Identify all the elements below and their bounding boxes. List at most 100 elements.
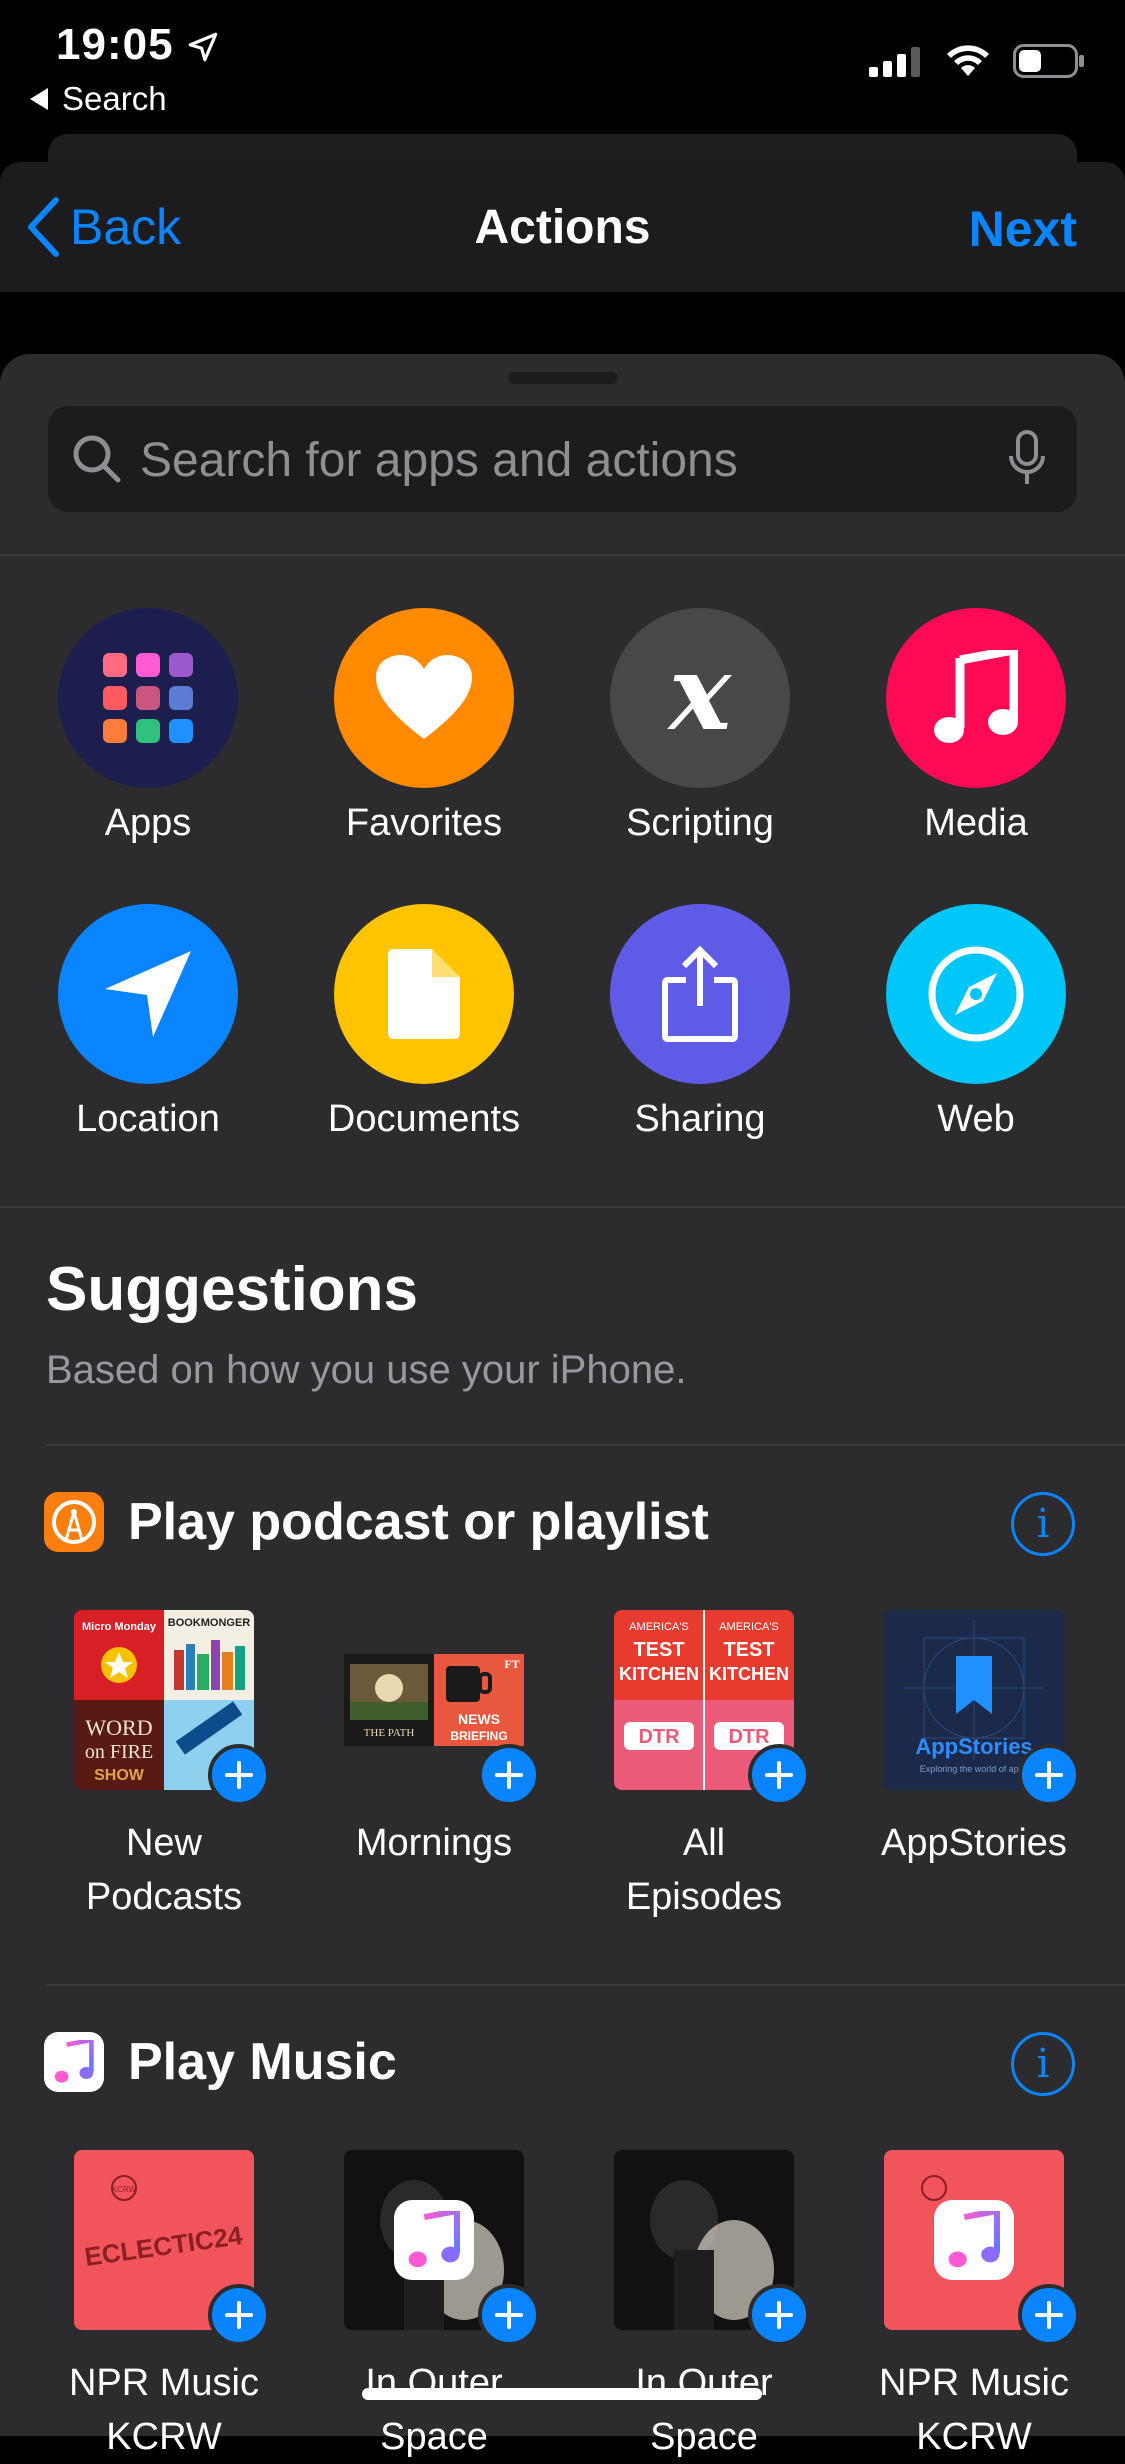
document-icon xyxy=(334,904,514,1084)
search-input[interactable] xyxy=(138,406,1002,514)
plus-icon xyxy=(765,1761,793,1789)
battery-icon xyxy=(1013,44,1084,78)
back-app-label: Search xyxy=(62,80,167,117)
album-artwork: E 24 xyxy=(884,2150,1080,2346)
heart-icon xyxy=(334,608,514,788)
music-note-icon xyxy=(886,608,1066,788)
art-text: KITCHEN xyxy=(709,1664,789,1684)
suggestions-heading: Suggestions xyxy=(46,1255,419,1324)
album-artwork xyxy=(344,2150,540,2346)
category-label: Scripting xyxy=(626,802,774,844)
info-icon[interactable]: i xyxy=(1011,2032,1075,2096)
add-button[interactable] xyxy=(208,2284,270,2346)
tile-label-line: In Outer xyxy=(365,2362,503,2404)
art-text: BRIEFING xyxy=(450,1729,507,1743)
status-bar: 19:05 Search xyxy=(0,0,1125,130)
add-button[interactable] xyxy=(748,2284,810,2346)
add-button[interactable] xyxy=(1018,2284,1080,2346)
tile-label: In Outer Space xyxy=(584,2356,824,2464)
category-scripting[interactable]: x Scripting xyxy=(590,608,810,845)
back-to-app-link[interactable]: Search xyxy=(30,80,167,118)
tile-label-line: Episodes xyxy=(625,1876,783,1918)
overcast-icon xyxy=(44,1492,104,1552)
tile-label: In Outer Space xyxy=(314,2356,554,2464)
music-tile-in-outer-space[interactable]: In Outer Space xyxy=(314,2150,554,2464)
add-button[interactable] xyxy=(478,1744,540,1806)
share-icon xyxy=(610,904,790,1084)
art-text: on FIRE xyxy=(85,1741,153,1763)
music-app-icon xyxy=(394,2200,474,2280)
status-time: 19:05 xyxy=(56,20,174,69)
plus-icon xyxy=(225,1761,253,1789)
podcast-section-header: Play podcast or playlist xyxy=(44,1492,709,1552)
sheet-grabber[interactable] xyxy=(508,372,618,384)
info-icon[interactable]: i xyxy=(1011,1492,1075,1556)
podcast-artwork: AppStories Exploring the world of apps xyxy=(884,1610,1080,1806)
category-favorites[interactable]: Favorites xyxy=(314,608,534,845)
music-section-title: Play Music xyxy=(128,2033,397,2091)
category-media[interactable]: Media xyxy=(866,608,1086,845)
tile-label-line: AppStories xyxy=(881,1822,1067,1864)
art-text: KCRW xyxy=(112,2185,137,2194)
apps-grid-icon xyxy=(58,608,238,788)
tile-label-line: Space xyxy=(650,2416,758,2458)
category-sharing[interactable]: Sharing xyxy=(590,904,810,1141)
add-button[interactable] xyxy=(1018,1744,1080,1806)
art-text: DTR xyxy=(638,1726,680,1748)
location-services-icon xyxy=(188,32,218,62)
podcast-tile-new-podcasts[interactable]: Micro Monday BOOKMONGER WORD on FIRE SHO… xyxy=(44,1610,284,1924)
category-documents[interactable]: Documents xyxy=(314,904,534,1141)
compass-icon xyxy=(886,904,1066,1084)
tile-label-line: All xyxy=(682,1822,726,1864)
category-label: Location xyxy=(76,1098,220,1140)
podcast-tile-mornings[interactable]: THE PATH FT NEWS BRIEFING Mornings xyxy=(314,1610,554,1870)
plus-icon xyxy=(765,2301,793,2329)
category-apps[interactable]: Apps xyxy=(38,608,258,845)
tile-label: All Episodes xyxy=(584,1816,824,1924)
wifi-icon xyxy=(947,45,989,76)
divider xyxy=(0,1206,1125,1208)
art-text: AMERICA'S xyxy=(719,1621,779,1633)
divider xyxy=(46,1444,1125,1446)
search-bar xyxy=(48,406,1077,514)
add-button[interactable] xyxy=(478,2284,540,2346)
tile-label: Mornings xyxy=(314,1816,554,1870)
category-label: Web xyxy=(937,1098,1015,1140)
add-button[interactable] xyxy=(748,1744,810,1806)
category-label: Apps xyxy=(104,802,192,844)
category-label: Sharing xyxy=(634,1098,766,1140)
art-text: BOOKMONGER xyxy=(168,1617,251,1629)
search-icon xyxy=(73,435,121,483)
music-tile-npr-kcrw[interactable]: KCRW ECLECTIC24 NPR Music KCRW xyxy=(44,2150,284,2464)
tile-label-line: KCRW xyxy=(106,2416,222,2458)
podcast-artwork: AMERICA'S TEST KITCHEN AMERICA'S TEST KI… xyxy=(614,1610,810,1806)
art-text: AMERICA'S xyxy=(629,1621,689,1633)
music-tile-npr-kcrw[interactable]: E 24 NPR Music KCRW xyxy=(854,2150,1094,2464)
art-text: NEWS xyxy=(458,1711,500,1727)
music-tile-in-outer-space[interactable]: In Outer Space xyxy=(584,2150,824,2464)
tile-label-line: KCRW xyxy=(916,2416,1032,2458)
art-text: Micro Monday xyxy=(82,1621,157,1633)
next-button[interactable]: Next xyxy=(969,200,1077,258)
navigation-bar: Back Actions Next xyxy=(0,162,1125,292)
category-web[interactable]: Web xyxy=(866,904,1086,1141)
podcast-tile-appstories[interactable]: AppStories Exploring the world of apps A… xyxy=(854,1610,1094,1870)
art-text: THE PATH xyxy=(364,1727,415,1739)
category-label: Media xyxy=(924,802,1028,844)
podcast-tile-all-episodes[interactable]: AMERICA'S TEST KITCHEN AMERICA'S TEST KI… xyxy=(584,1610,824,1924)
tile-label: NPR Music KCRW xyxy=(44,2356,284,2464)
microphone-icon[interactable] xyxy=(1007,430,1047,488)
back-triangle-icon xyxy=(30,88,48,110)
tile-label: NPR Music KCRW xyxy=(854,2356,1094,2464)
category-label: Documents xyxy=(327,1098,521,1140)
category-location[interactable]: Location xyxy=(38,904,258,1141)
podcast-artwork: Micro Monday BOOKMONGER WORD on FIRE SHO… xyxy=(74,1610,270,1806)
art-text: DTR xyxy=(728,1726,770,1748)
home-indicator[interactable] xyxy=(362,2388,762,2400)
page-title: Actions xyxy=(474,201,651,254)
plus-icon xyxy=(225,2301,253,2329)
tile-label-line: NPR Music xyxy=(68,2362,260,2404)
actions-sheet: Apps Favorites x Scripting Media Locatio… xyxy=(0,354,1125,2458)
suggestions-subtitle: Based on how you use your iPhone. xyxy=(46,1348,687,1392)
add-button[interactable] xyxy=(208,1744,270,1806)
